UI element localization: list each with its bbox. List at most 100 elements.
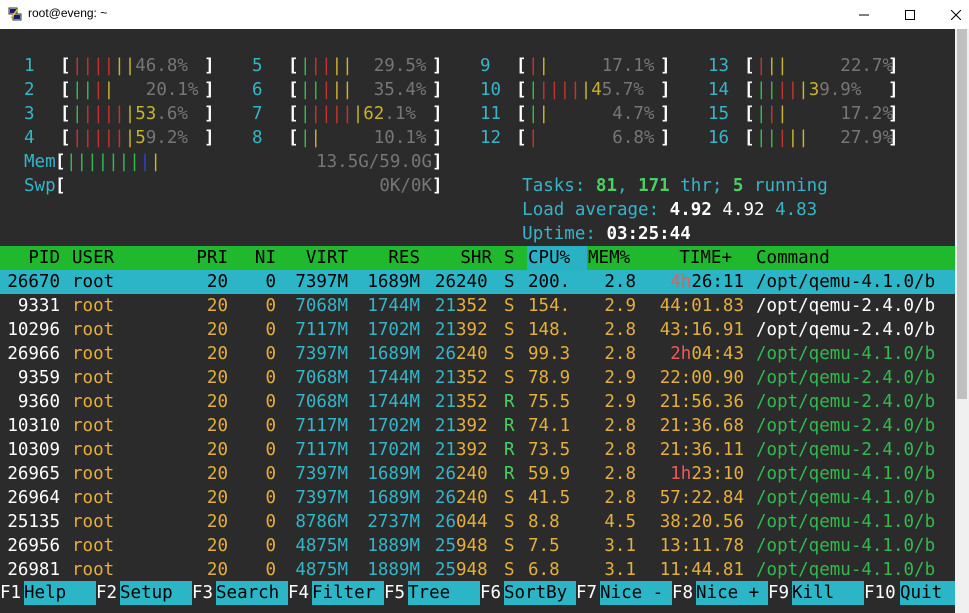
col-time[interactable]: TIME+: [648, 246, 732, 270]
table-row[interactable]: 9331 root 20 0 7068M 1744M 21 352 S 154. 2.9 44:01.…: [0, 294, 955, 318]
col-ni[interactable]: NI: [240, 246, 276, 270]
cpu-bar: ||| 22.7%: [756, 54, 893, 78]
table-row[interactable]: 25135 root 20 0 8786M 2737M 26 044 S 8.8 4.5 38:20.…: [0, 510, 955, 534]
table-row[interactable]: 10296 root 20 0 7117M 1702M 21 392 S 148. 2.8 43:16…: [0, 318, 955, 342]
fkey-label[interactable]: Tree: [408, 581, 480, 605]
cell-shr-b: 352: [456, 296, 488, 316]
cpu-bar-segment: 29.5%: [352, 56, 427, 76]
fkey-label[interactable]: Setup: [120, 581, 192, 605]
table-row[interactable]: 9360 root 20 0 7068M 1744M 21 352 R 75.5 2.9 21:56.…: [0, 390, 955, 414]
cell-pri: 20: [206, 536, 228, 556]
cpu-bar-segment: |3: [798, 80, 820, 100]
fkey-f7[interactable]: F7: [576, 581, 597, 605]
fkey-label[interactable]: Nice -: [600, 581, 672, 605]
table-row[interactable]: 26956 root 20 0 4875M 1889M 25 948 S 7.5 3.1 13:11.…: [0, 534, 955, 558]
cell-time-rest: 23:10: [691, 464, 744, 484]
cpu-bar-segment: ||||: [82, 104, 125, 124]
cpu-label: 7: [252, 104, 263, 124]
fkey-label[interactable]: Search: [216, 581, 288, 605]
cell-s: S: [504, 272, 515, 292]
window-titlebar: root@eveng: ~: [0, 0, 969, 29]
fkey-f3[interactable]: F3: [192, 581, 213, 605]
cpu-bar-segment: 4.7%: [549, 104, 655, 124]
swp-meter: Swp [ 0K/0K ]: [24, 176, 443, 196]
cpu-label: 11: [480, 104, 502, 124]
scrollbar[interactable]: [955, 29, 969, 613]
cell-pri: 20: [206, 392, 228, 412]
tasks-summary: Tasks: 81, 171 thr; 5 running: [522, 176, 828, 196]
terminal-area[interactable]: 1[||||||46.8%] 2[|||| 20.1%] 3[||||||53.6%…: [0, 29, 955, 613]
cell-ni: 0: [265, 272, 276, 292]
cell-cpu: 99.3: [528, 344, 571, 364]
cell-s: S: [504, 512, 515, 532]
table-row[interactable]: 26965 root 20 0 7397M 1689M 26 240 R 59.9 2.8 1h23:…: [0, 462, 955, 486]
cell-shr-a: 26: [434, 344, 456, 364]
cell-time: 11:44.81: [648, 558, 744, 582]
load-average: Load average: 4.92 4.92 4.83: [480, 174, 950, 220]
cpu-label: 2: [24, 80, 35, 100]
table-row[interactable]: 9359 root 20 0 7068M 1744M 21 352 S 78.9 2.9 22:00.…: [0, 366, 955, 390]
col-pid[interactable]: PID: [0, 246, 60, 270]
table-row[interactable]: 26964 root 20 0 7397M 1689M 26 240 S 41.5 2.8 57:22…: [0, 486, 955, 510]
cell-virt: 7117M: [295, 440, 348, 460]
cpu-meter: 10[||||||45.7%]: [480, 80, 671, 100]
col-command[interactable]: Command: [756, 246, 830, 270]
cell-ni: 0: [265, 488, 276, 508]
close-button[interactable]: [933, 0, 969, 29]
fkey-f10[interactable]: F10: [864, 581, 896, 605]
cell-s: R: [504, 440, 515, 460]
col-pri[interactable]: PRI: [180, 246, 228, 270]
fkey-f4[interactable]: F4: [288, 581, 309, 605]
fkey-f2[interactable]: F2: [96, 581, 117, 605]
fkey-label[interactable]: Help: [24, 581, 96, 605]
col-state[interactable]: S: [504, 246, 515, 270]
cell-user: root: [72, 536, 115, 556]
mem-value: 13.5G/59.0G: [316, 152, 432, 172]
col-shr[interactable]: SHR: [432, 246, 492, 270]
fkey-label[interactable]: Quit: [900, 581, 955, 605]
col-res[interactable]: RES: [360, 246, 420, 270]
cpu-bar: || 10.1%: [300, 126, 426, 150]
table-row-selected[interactable]: 26670 root 20 0 7397M 1689M 26 240 S 200. 2.8 4h26:…: [0, 270, 955, 294]
table-row[interactable]: 26966 root 20 0 7397M 1689M 26 240 S 99.3 2.8 2h04:…: [0, 342, 955, 366]
cell-mem: 2.9: [604, 296, 636, 316]
cell-pid: 9360: [17, 392, 60, 412]
scrollbar-thumb[interactable]: [957, 29, 967, 399]
fkey-label[interactable]: Nice +: [696, 581, 768, 605]
cell-shr-a: 21: [434, 416, 456, 436]
cell-mem: 2.9: [604, 368, 636, 388]
fkey-f9[interactable]: F9: [768, 581, 789, 605]
cpu-bar-segment: |: [300, 56, 311, 76]
col-mem[interactable]: MEM%: [588, 246, 630, 270]
cell-pid: 26956: [7, 536, 60, 556]
table-row[interactable]: 10310 root 20 0 7117M 1702M 21 392 R 74.1 2.8 21:36…: [0, 414, 955, 438]
cell-shr-a: 26: [434, 512, 456, 532]
cell-mem: 2.8: [604, 440, 636, 460]
fkey-label[interactable]: Filter: [312, 581, 384, 605]
cpu-bar-segment: |: [777, 128, 788, 148]
fkey-label[interactable]: Kill: [792, 581, 864, 605]
fkey-label[interactable]: SortBy: [504, 581, 576, 605]
fkey-f6[interactable]: F6: [480, 581, 501, 605]
table-row[interactable]: 10309 root 20 0 7117M 1702M 21 392 R 73.5 2.8 21:36…: [0, 438, 955, 462]
cpu-bar-segment: ||||: [538, 80, 581, 100]
cpu-bar-segment: 22.7%: [787, 56, 893, 76]
minimize-button[interactable]: [841, 0, 887, 29]
cell-mem: 2.8: [604, 464, 636, 484]
col-cpu[interactable]: CPU%: [528, 246, 570, 270]
fkey-f5[interactable]: F5: [384, 581, 405, 605]
cell-shr-a: 21: [434, 296, 456, 316]
cell-time-rest: 04:43: [691, 344, 744, 364]
col-user[interactable]: USER: [72, 246, 114, 270]
fkey-f8[interactable]: F8: [672, 581, 693, 605]
cell-user: root: [72, 488, 115, 508]
table-row[interactable]: 26981 root 20 0 4875M 1889M 25 948 S 6.8 3.1 11:44.…: [0, 558, 955, 582]
cpu-meter: 16[||||| 27.9%]: [708, 128, 899, 148]
cpu-bar-segment: ||: [756, 80, 778, 100]
fkey-f1[interactable]: F1: [0, 581, 21, 605]
cpu-bar: ||||| 29.5%: [300, 54, 426, 78]
cpu-bar-segment: |: [528, 104, 539, 124]
col-virt[interactable]: VIRT: [288, 246, 348, 270]
cell-ni: 0: [265, 320, 276, 340]
maximize-button[interactable]: [887, 0, 933, 29]
